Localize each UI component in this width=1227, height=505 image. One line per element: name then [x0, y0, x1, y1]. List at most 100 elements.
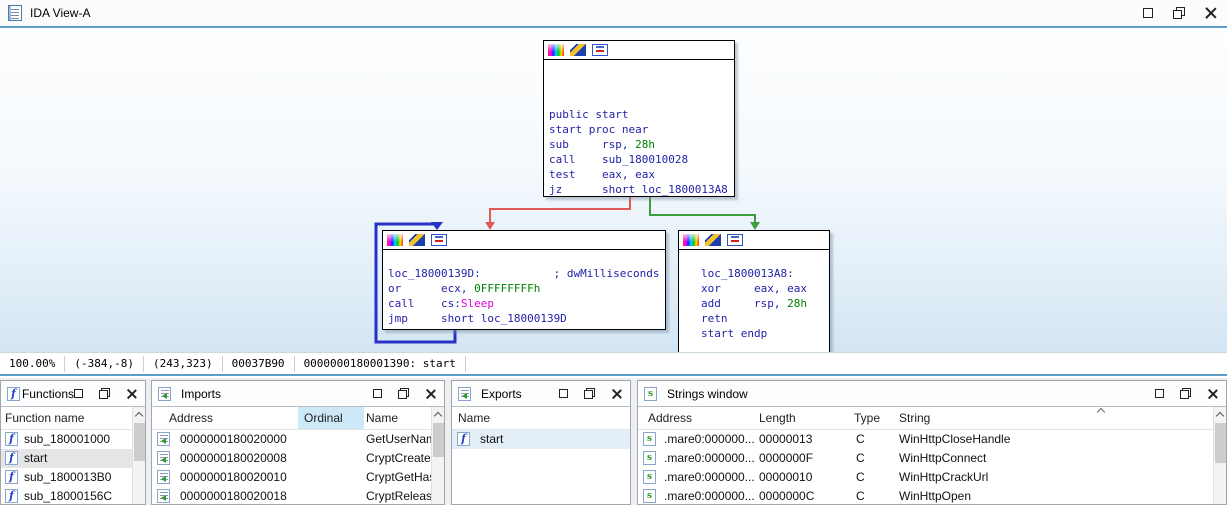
code-line[interactable]: loc_1800013A8:: [701, 266, 829, 281]
imports-scrollbar[interactable]: [431, 407, 444, 504]
code-line[interactable]: loc_18000139D: ; dwMilliseconds: [388, 266, 665, 281]
window-title: IDA View-A: [30, 6, 90, 20]
function-row[interactable]: f sub_18000156C: [1, 487, 145, 504]
export-row-selected[interactable]: f start: [452, 430, 630, 449]
scrollbar-thumb[interactable]: [1215, 423, 1226, 463]
restore-button[interactable]: [584, 388, 595, 399]
functions-panel-icon: f: [7, 387, 20, 401]
string-row[interactable]: s .mare0:000000... 00000010 C WinHttpCra…: [638, 468, 1226, 487]
status-file-offset: 00037B90: [223, 356, 295, 372]
code-line[interactable]: start endp: [701, 326, 829, 341]
graph-node-loop[interactable]: loc_18000139D: ; dwMilliseconds or ecx, …: [382, 230, 666, 330]
imports-panel: Imports Address Ordinal Name 00000001: [151, 380, 445, 505]
sort-ascending-icon: [1097, 408, 1105, 416]
code-line[interactable]: sub rsp, 28h: [549, 137, 734, 152]
maximize-button[interactable]: [373, 389, 382, 398]
close-button[interactable]: [425, 388, 436, 399]
code-line[interactable]: jmp short loc_18000139D: [388, 311, 665, 326]
window-titlebar: IDA View-A: [0, 0, 1227, 28]
bottom-dock: f Functions Function name f sub_18000100…: [0, 378, 1227, 505]
function-icon: f: [5, 470, 18, 484]
string-icon: s: [643, 451, 656, 465]
node-edit-icon[interactable]: [570, 44, 586, 56]
code-line[interactable]: or ecx, 0FFFFFFFFh: [388, 281, 665, 296]
maximize-button[interactable]: [1143, 8, 1153, 18]
string-icon: s: [643, 489, 656, 503]
import-row[interactable]: 0000000180020008 CryptCreateH: [152, 449, 444, 468]
code-line[interactable]: call cs:Sleep: [388, 296, 665, 311]
code-line[interactable]: start proc near: [549, 122, 734, 137]
node-color-palette-icon[interactable]: [387, 234, 403, 246]
function-icon: f: [5, 489, 18, 503]
strings-panel-titlebar[interactable]: s Strings window: [638, 381, 1226, 407]
ida-window: IDA View-A pub: [0, 0, 1227, 505]
status-origin-coords: (-384,-8): [65, 356, 144, 372]
scrollbar-thumb[interactable]: [433, 423, 444, 457]
code-line[interactable]: jz short loc_1800013A8: [549, 182, 734, 197]
node-header: [679, 231, 829, 250]
graph-node-exit[interactable]: loc_1800013A8: xor eax, eax add rsp, 28h…: [678, 230, 830, 354]
restore-button[interactable]: [398, 388, 409, 399]
functions-scrollbar[interactable]: [132, 407, 145, 504]
restore-button[interactable]: [1180, 388, 1191, 399]
code-line[interactable]: add rsp, 28h: [701, 296, 829, 311]
graph-node-start[interactable]: public start start proc near sub rsp, 28…: [543, 40, 735, 197]
import-icon: [157, 432, 170, 446]
node-edit-icon[interactable]: [705, 234, 721, 246]
import-row[interactable]: 0000000180020000 GetUserNam: [152, 430, 444, 449]
maximize-button[interactable]: [1155, 389, 1164, 398]
graph-status-bar: 100.00% (-384,-8) (243,323) 00037B90 000…: [0, 352, 1227, 376]
exports-panel: Exports Name f start: [451, 380, 631, 505]
imports-panel-icon: [158, 387, 171, 401]
string-row[interactable]: s .mare0:000000... 0000000F C WinHttpCon…: [638, 449, 1226, 468]
code-line[interactable]: call sub_180010028: [549, 152, 734, 167]
restore-button[interactable]: [1173, 7, 1185, 19]
code-line[interactable]: retn: [701, 311, 829, 326]
imports-column-headers[interactable]: Address Ordinal Name: [152, 407, 444, 430]
code-line[interactable]: public start: [549, 107, 734, 122]
close-button[interactable]: [611, 388, 622, 399]
import-row[interactable]: 0000000180020010 CryptGetHas: [152, 468, 444, 487]
string-icon: s: [643, 470, 656, 484]
graph-view[interactable]: public start start proc near sub rsp, 28…: [0, 30, 1227, 352]
imports-panel-titlebar[interactable]: Imports: [152, 381, 444, 407]
import-row[interactable]: 0000000180020018 CryptRelease: [152, 487, 444, 504]
strings-scrollbar[interactable]: [1213, 407, 1226, 504]
scrollbar-thumb[interactable]: [134, 423, 145, 461]
node-color-palette-icon[interactable]: [548, 44, 564, 56]
exports-panel-title: Exports: [481, 387, 522, 401]
string-row[interactable]: s .mare0:000000... 00000013 C WinHttpClo…: [638, 430, 1226, 449]
string-icon: s: [643, 432, 656, 446]
import-icon: [157, 451, 170, 465]
function-row[interactable]: f sub_1800013B0: [1, 468, 145, 487]
status-zoom: 100.00%: [0, 356, 65, 372]
strings-panel-icon: s: [644, 387, 657, 401]
string-row[interactable]: s .mare0:000000... 0000000C C WinHttpOpe…: [638, 487, 1226, 504]
code-line[interactable]: xor eax, eax: [701, 281, 829, 296]
restore-button[interactable]: [99, 388, 110, 399]
close-button[interactable]: [1207, 388, 1218, 399]
exports-panel-titlebar[interactable]: Exports: [452, 381, 630, 407]
exports-column-header[interactable]: Name: [452, 407, 630, 430]
maximize-button[interactable]: [559, 389, 568, 398]
exports-panel-icon: [458, 387, 471, 401]
close-button[interactable]: [126, 388, 137, 399]
function-row-selected[interactable]: f start: [1, 449, 145, 468]
strings-column-headers[interactable]: Address Length Type String: [638, 407, 1226, 430]
node-color-palette-icon[interactable]: [683, 234, 699, 246]
functions-panel-titlebar[interactable]: f Functions: [1, 381, 145, 407]
functions-column-header[interactable]: Function name: [1, 407, 145, 430]
function-row[interactable]: f sub_180001000: [1, 430, 145, 449]
maximize-button[interactable]: [74, 389, 83, 398]
node-group-icon[interactable]: [727, 234, 743, 246]
strings-panel-title: Strings window: [667, 387, 748, 401]
functions-panel-title: Functions: [22, 387, 74, 401]
node-group-icon[interactable]: [592, 44, 608, 56]
node-header: [383, 231, 665, 250]
code-line[interactable]: test eax, eax: [549, 167, 734, 182]
close-button[interactable]: [1205, 7, 1217, 19]
functions-panel: f Functions Function name f sub_18000100…: [0, 380, 146, 505]
import-icon: [157, 489, 170, 503]
node-group-icon[interactable]: [431, 234, 447, 246]
node-edit-icon[interactable]: [409, 234, 425, 246]
